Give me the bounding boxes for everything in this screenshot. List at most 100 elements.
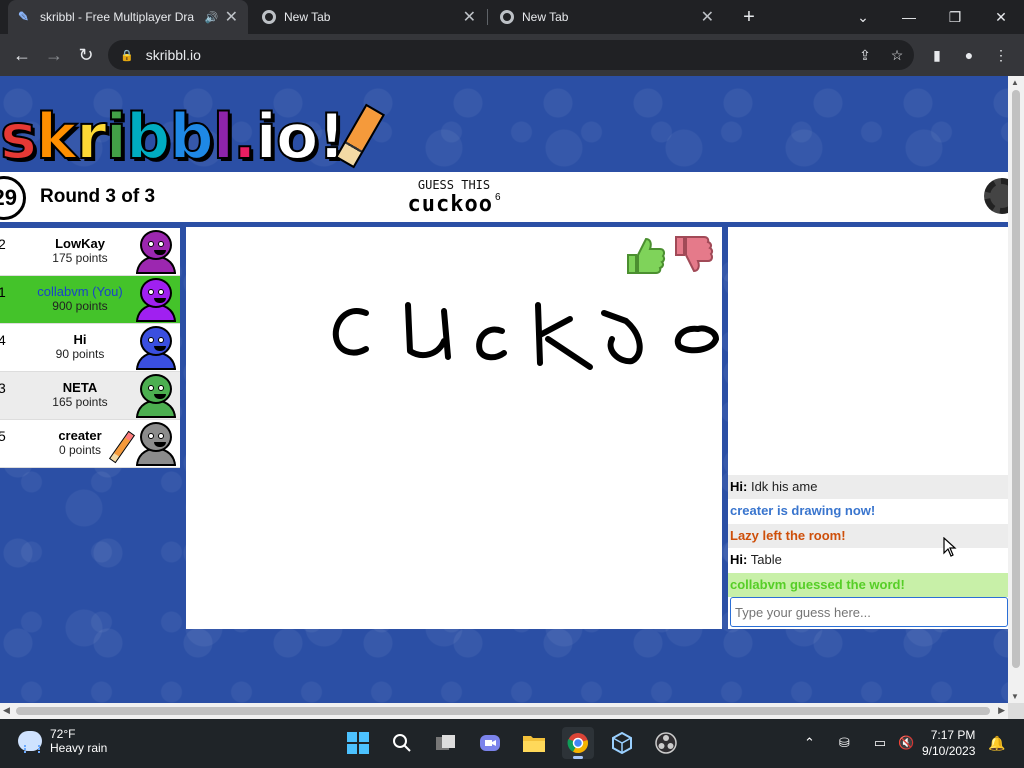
scroll-thumb[interactable] xyxy=(1012,90,1020,668)
settings-gear-icon[interactable] xyxy=(984,178,1008,214)
scroll-thumb[interactable] xyxy=(16,707,990,715)
tab-new-tab-2[interactable]: New Tab ✕ xyxy=(490,0,724,34)
player-points: 165 points xyxy=(52,395,108,409)
tab-new-tab-1[interactable]: New Tab ✕ xyxy=(252,0,486,34)
close-tab-icon[interactable]: ✕ xyxy=(701,7,714,27)
player-avatar xyxy=(134,278,178,322)
chat-text: collabvm guessed the word! xyxy=(730,576,905,592)
scroll-left-icon[interactable]: ◀ xyxy=(3,705,10,716)
new-tab-button[interactable]: + xyxy=(726,0,772,34)
avatar-mouth xyxy=(154,442,166,447)
share-icon[interactable]: ⇪ xyxy=(852,42,878,68)
avatar-mouth xyxy=(154,394,166,399)
player-row[interactable]: 1 collabvm (You) 900 points xyxy=(0,276,180,324)
logo-letter: . xyxy=(232,99,258,174)
tab-search-icon[interactable]: ⌄ xyxy=(840,0,886,34)
network-off-icon[interactable]: ⛁ xyxy=(839,735,850,751)
logo-letter: i xyxy=(255,99,278,174)
logo-letter: k xyxy=(35,99,78,174)
scroll-up-icon[interactable]: ▲ xyxy=(1011,78,1019,87)
skribbl-logo: s k r i b b l. i o! xyxy=(0,99,385,174)
avatar-mouth xyxy=(154,346,166,351)
volume-muted-icon[interactable]: 🔇 xyxy=(898,735,914,751)
avatar-head xyxy=(140,374,172,404)
close-tab-icon[interactable]: ✕ xyxy=(225,7,238,27)
obs-icon[interactable] xyxy=(650,727,682,759)
notification-bell-icon[interactable]: 🔔 xyxy=(988,735,1005,752)
tab-title: New Tab xyxy=(522,10,569,24)
vertical-scrollbar[interactable]: ▲ ▼ xyxy=(1008,76,1024,703)
browser-toolbar: ← → ↻ 🔒 skribbl.io ⇪ ☆ ▮ ● ⋮ xyxy=(0,34,1024,76)
avatar-eye xyxy=(148,337,154,343)
logo-letter: r xyxy=(75,99,108,174)
chat-text: Table xyxy=(750,552,782,567)
player-list: 2 LowKay 175 points 1 collabvm (You) 900… xyxy=(0,228,180,468)
avatar-eye xyxy=(148,433,154,439)
forward-arrow-icon[interactable]: → xyxy=(40,42,68,68)
avatar-mouth xyxy=(154,298,166,303)
skribbl-pencil-icon: ✎ xyxy=(18,9,29,24)
player-row[interactable]: 5 creater 0 points xyxy=(0,420,180,468)
player-rank: 2 xyxy=(0,236,6,252)
horizontal-scrollbar[interactable]: ◀ ▶ xyxy=(0,703,1008,719)
clock-date: 9/10/2023 xyxy=(922,744,976,758)
avatar-eye xyxy=(148,289,154,295)
chat-author: Hi: xyxy=(730,478,748,494)
search-icon[interactable] xyxy=(386,727,418,759)
task-view-icon[interactable] xyxy=(430,727,462,759)
thumbs-up-icon[interactable] xyxy=(624,233,668,277)
reload-icon[interactable]: ↻ xyxy=(72,42,100,68)
mouse-cursor-icon xyxy=(943,537,957,557)
logo-letter: l xyxy=(212,99,235,174)
menu-kebab-icon[interactable]: ⋮ xyxy=(988,42,1014,68)
drawing-strokes xyxy=(332,302,719,370)
player-info: NETA 165 points xyxy=(18,380,142,409)
profile-icon[interactable]: ● xyxy=(956,42,982,68)
restore-icon[interactable]: ❐ xyxy=(932,0,978,34)
logo-letter: b xyxy=(168,99,214,174)
tab-separator xyxy=(487,9,488,25)
tab-skribbl[interactable]: ✎ skribbl - Free Multiplayer Dra 🔊 ✕ xyxy=(8,0,248,34)
side-panel-icon[interactable]: ▮ xyxy=(924,42,950,68)
scroll-down-icon[interactable]: ▼ xyxy=(1011,692,1019,701)
close-window-icon[interactable]: ✕ xyxy=(978,0,1024,34)
file-explorer-icon[interactable] xyxy=(518,727,550,759)
clock-time: 7:17 PM xyxy=(930,728,976,742)
back-arrow-icon[interactable]: ← xyxy=(8,42,36,68)
player-row[interactable]: 3 NETA 165 points xyxy=(0,372,180,420)
bookmark-star-icon[interactable]: ☆ xyxy=(884,42,910,68)
chat-panel: Hi: Idk his ame creater is drawing now! La… xyxy=(728,227,1008,629)
chat-message: Hi: Table xyxy=(728,548,1008,573)
player-rank: 4 xyxy=(0,332,6,348)
chat-author: Hi: xyxy=(730,552,748,567)
weather-desc: Heavy rain xyxy=(50,741,108,755)
avatar-head xyxy=(140,278,172,308)
scroll-right-icon[interactable]: ▶ xyxy=(998,705,1005,716)
weather-widget[interactable]: 72°F Heavy rain xyxy=(18,727,107,755)
windows-start-icon[interactable] xyxy=(342,727,374,759)
address-bar[interactable]: 🔒 skribbl.io xyxy=(108,40,914,70)
player-points: 175 points xyxy=(52,251,108,265)
player-rank: 5 xyxy=(0,428,6,444)
player-info: LowKay 175 points xyxy=(18,236,142,265)
drawing-canvas[interactable] xyxy=(186,227,722,629)
chrome-taskbar-icon[interactable] xyxy=(562,727,594,759)
player-row[interactable]: 4 Hi 90 points xyxy=(0,324,180,372)
guess-label: GUESS THIS xyxy=(417,178,491,192)
thumbs-down-icon[interactable] xyxy=(672,233,716,277)
guess-input[interactable] xyxy=(730,597,1008,627)
teams-chat-icon[interactable] xyxy=(474,727,506,759)
clock[interactable]: 7:17 PM 9/10/2023 xyxy=(922,727,975,759)
avatar-eye xyxy=(158,241,164,247)
avatar-head xyxy=(140,326,172,356)
player-points: 900 points xyxy=(52,299,108,313)
display-icon[interactable]: ▭ xyxy=(874,735,886,751)
weather-temp: 72°F xyxy=(50,727,76,741)
close-tab-icon[interactable]: ✕ xyxy=(463,7,476,27)
chevron-up-icon[interactable]: ⌃ xyxy=(804,735,815,751)
player-row[interactable]: 2 LowKay 175 points xyxy=(0,228,180,276)
chrome-icon xyxy=(262,10,276,24)
virtualbox-icon[interactable] xyxy=(606,727,638,759)
minimize-icon[interactable]: — xyxy=(886,0,932,34)
speaker-icon[interactable]: 🔊 xyxy=(205,11,219,24)
